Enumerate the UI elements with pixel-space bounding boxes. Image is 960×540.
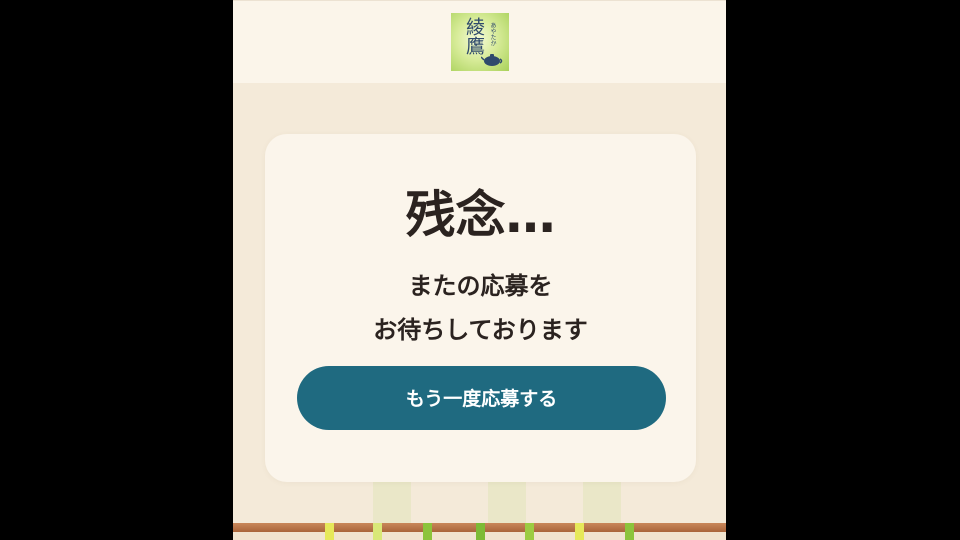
stripe-decoration [325, 523, 334, 540]
page-header: 綾鷹 あやたか [233, 0, 726, 83]
brand-logo[interactable]: 綾鷹 あやたか [451, 13, 509, 71]
result-message: またの応募を お待ちしております [265, 264, 696, 352]
teapot-icon [481, 54, 503, 66]
result-message-line: またの応募を [408, 272, 553, 300]
stripe-decoration [373, 523, 382, 540]
stripe-decoration [476, 523, 485, 540]
mobile-page: 綾鷹 あやたか 残念… またの応募を お待ちしております もう一度応募する [233, 0, 726, 540]
logo-kana: あやたか [489, 22, 496, 46]
stripe-decoration [423, 523, 432, 540]
stripe-decoration [525, 523, 534, 540]
logo-kanji: 綾鷹 [463, 17, 485, 55]
result-title: 残念… [405, 186, 556, 244]
result-card: 残念… またの応募を お待ちしております もう一度応募する [265, 134, 696, 482]
retry-apply-button[interactable]: もう一度応募する [297, 366, 666, 430]
stripe-decoration [575, 523, 584, 540]
result-message-line: お待ちしております [373, 316, 588, 344]
stripe-decoration [625, 523, 634, 540]
letterbox-background: 綾鷹 あやたか 残念… またの応募を お待ちしております もう一度応募する [0, 0, 960, 540]
